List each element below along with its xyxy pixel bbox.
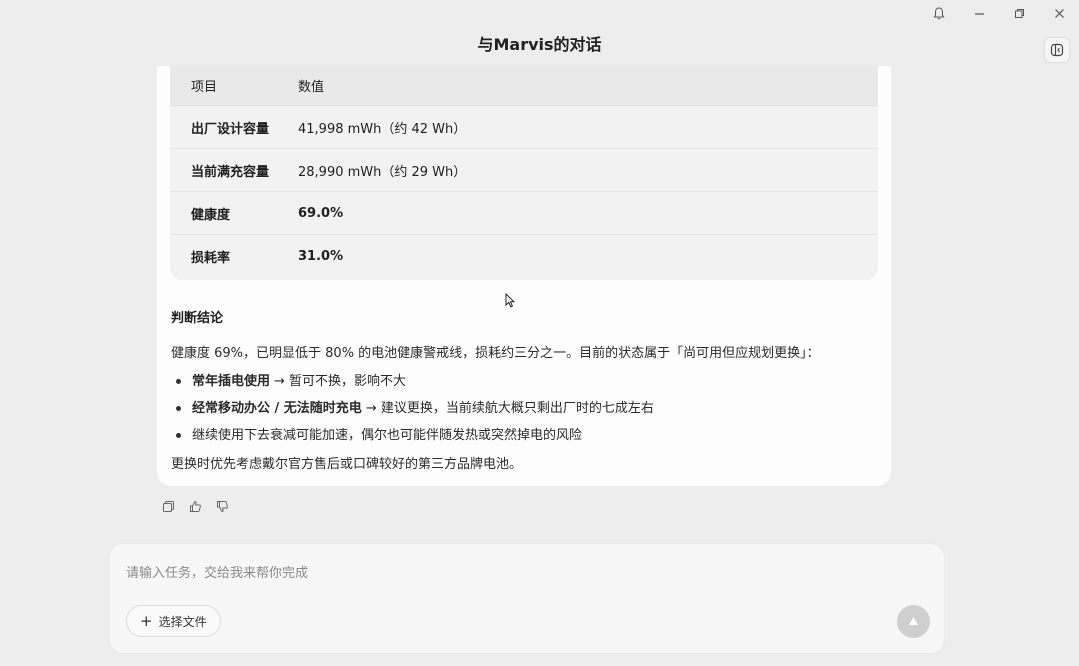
mouse-cursor-icon	[505, 292, 516, 312]
closing-paragraph: 更换时优先考虑戴尔官方售后或口碑较好的第三方品牌电池。	[171, 457, 523, 472]
list-item-bold: 经常移动办公 / 无法随时充电	[192, 400, 362, 416]
list-item-text: 继续使用下去衰减可能加速，偶尔也可能伴随发热或突然掉电的风险	[192, 427, 583, 443]
bullet-dot-icon	[176, 406, 181, 411]
window-title: 与Marvis的对话	[477, 35, 602, 54]
table-cell-value: 69.0%	[298, 205, 344, 221]
task-input-box[interactable]: 请输入任务，交给我来帮你完成 + 选择文件	[109, 543, 945, 654]
sidebar-toggle-icon[interactable]	[1044, 37, 1070, 63]
select-file-button[interactable]: + 选择文件	[126, 605, 221, 637]
list-item: 继续使用下去衰减可能加速，偶尔也可能伴随发热或突然掉电的风险	[171, 422, 654, 449]
table-cell-value: 41,998 mWh（约 42 Wh）	[298, 121, 467, 137]
send-arrow-icon	[909, 617, 918, 625]
table-cell-label: 健康度	[191, 207, 231, 223]
list-item-text: → 建议更换，当前续航大概只剩出厂时的七成左右	[365, 400, 654, 416]
close-button[interactable]	[1039, 0, 1079, 26]
bullet-dot-icon	[176, 379, 181, 384]
notification-bell-icon[interactable]	[919, 0, 959, 26]
minimize-button[interactable]	[959, 0, 999, 26]
plus-icon: +	[140, 611, 153, 630]
thumbs-up-icon[interactable]	[187, 498, 203, 514]
table-cell-label: 损耗率	[191, 250, 231, 266]
table-header-row: 项目 数值	[170, 66, 878, 105]
conclusion-heading: 判断结论	[171, 311, 224, 326]
list-item: 常年插电使用 → 暂可不换，影响不大	[171, 368, 654, 395]
summary-paragraph: 健康度 69%，已明显低于 80% 的电池健康警戒线，损耗约三分之一。目前的状态…	[171, 346, 820, 361]
thumbs-down-icon[interactable]	[214, 498, 230, 514]
table-cell-value: 31.0%	[298, 248, 344, 264]
send-button[interactable]	[897, 605, 930, 638]
table-row: 损耗率 31.0%	[170, 234, 878, 277]
window-controls	[919, 0, 1079, 26]
restore-button[interactable]	[999, 0, 1039, 26]
table-cell-value: 28,990 mWh（约 29 Wh）	[298, 164, 467, 180]
battery-table: 项目 数值 出厂设计容量 41,998 mWh（约 42 Wh） 当前满充容量 …	[170, 66, 878, 280]
table-header-cell: 数值	[298, 80, 325, 95]
assistant-message-card: 项目 数值 出厂设计容量 41,998 mWh（约 42 Wh） 当前满充容量 …	[157, 66, 891, 486]
list-item-text: → 暂可不换，影响不大	[274, 373, 407, 389]
table-header-cell: 项目	[191, 80, 218, 95]
table-row: 出厂设计容量 41,998 mWh（约 42 Wh）	[170, 105, 878, 148]
table-row: 当前满充容量 28,990 mWh（约 29 Wh）	[170, 148, 878, 191]
table-cell-label: 出厂设计容量	[191, 121, 270, 137]
table-cell-label: 当前满充容量	[191, 164, 270, 180]
copy-icon[interactable]	[160, 498, 176, 514]
recommendation-list: 常年插电使用 → 暂可不换，影响不大 经常移动办公 / 无法随时充电 → 建议更…	[171, 368, 654, 449]
task-input-placeholder[interactable]: 请输入任务，交给我来帮你完成	[126, 562, 308, 581]
table-row: 健康度 69.0%	[170, 191, 878, 234]
message-actions	[160, 498, 230, 514]
bullet-dot-icon	[176, 433, 181, 438]
select-file-label: 选择文件	[158, 614, 207, 629]
list-item-bold: 常年插电使用	[192, 373, 271, 389]
list-item: 经常移动办公 / 无法随时充电 → 建议更换，当前续航大概只剩出厂时的七成左右	[171, 395, 654, 422]
